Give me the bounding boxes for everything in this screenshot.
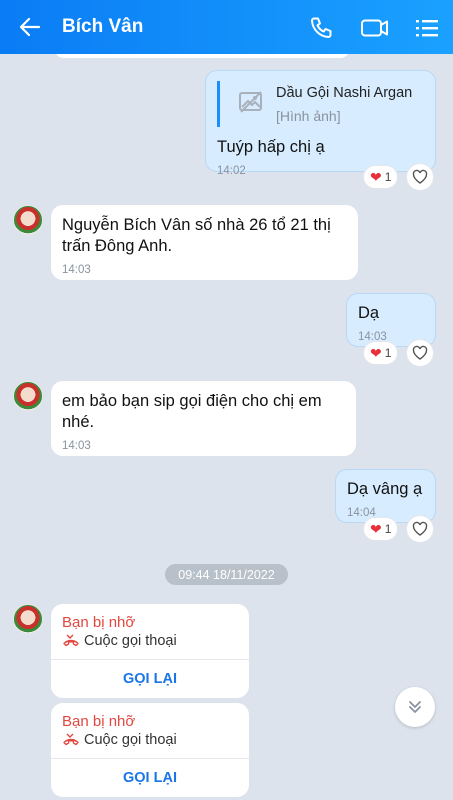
missed-call-subtitle: Cuộc gọi thoại bbox=[84, 633, 177, 649]
back-button[interactable] bbox=[16, 13, 44, 41]
incoming-message[interactable]: Nguyễn Bích Vân số nhà 26 tổ 21 thị trấn… bbox=[51, 205, 358, 280]
video-call-button[interactable] bbox=[360, 14, 390, 42]
message-text: Dạ bbox=[358, 304, 380, 322]
reaction-count: 1 bbox=[384, 170, 392, 184]
contact-name[interactable]: Bích Vân bbox=[62, 16, 143, 38]
menu-button[interactable] bbox=[413, 14, 441, 42]
contact-avatar[interactable] bbox=[13, 381, 43, 411]
quote-title: Dầu Gội Nashi Argan bbox=[276, 85, 413, 101]
heart-outline-icon bbox=[412, 169, 428, 184]
outgoing-message[interactable]: Dạ 14:03 bbox=[346, 293, 436, 347]
missed-call-subtitle: Cuộc gọi thoại bbox=[84, 732, 177, 748]
double-chevron-down-icon bbox=[409, 701, 421, 713]
chat-header: Bích Vân bbox=[0, 0, 453, 54]
video-camera-icon bbox=[361, 19, 388, 37]
message-time: 14:03 bbox=[62, 440, 91, 452]
contact-avatar[interactable] bbox=[13, 205, 43, 235]
react-button[interactable] bbox=[407, 340, 433, 366]
arrow-left-icon bbox=[19, 17, 41, 37]
heart-reaction-icon: ❤ bbox=[370, 168, 382, 185]
heart-reaction-icon: ❤ bbox=[370, 520, 382, 537]
missed-call-card: Bạn bị nhỡ Cuộc gọi thoại GỌI LẠI bbox=[51, 703, 249, 797]
reaction-summary[interactable]: ❤ 1 bbox=[364, 518, 398, 540]
message-list[interactable]: Dầu Gội Nashi Argan [Hình ảnh] Tuýp hấp … bbox=[0, 54, 453, 800]
call-back-button[interactable]: GỌI LẠI bbox=[51, 759, 249, 797]
missed-call-title: Bạn bị nhỡ bbox=[62, 614, 136, 631]
missed-call-icon bbox=[63, 733, 79, 746]
message-text: em bảo bạn sip gọi điện cho chị em nhé. bbox=[62, 392, 322, 431]
react-button[interactable] bbox=[407, 164, 433, 190]
reaction-count: 1 bbox=[384, 346, 392, 360]
voice-call-button[interactable] bbox=[307, 14, 335, 42]
react-button[interactable] bbox=[407, 516, 433, 542]
missed-call-card: Bạn bị nhỡ Cuộc gọi thoại GỌI LẠI bbox=[51, 604, 249, 698]
missed-call-subtitle-row: Cuộc gọi thoại bbox=[62, 732, 177, 748]
quote-subtitle: [Hình ảnh] bbox=[276, 108, 341, 124]
call-back-button[interactable]: GỌI LẠI bbox=[51, 660, 249, 698]
phone-icon bbox=[311, 17, 332, 38]
missed-call-icon bbox=[63, 634, 79, 647]
outgoing-message[interactable]: Dạ vâng ạ 14:04 bbox=[335, 469, 436, 523]
previous-message-bubble bbox=[54, 54, 350, 58]
heart-outline-icon bbox=[412, 345, 428, 360]
message-text: Dạ vâng ạ bbox=[347, 480, 423, 498]
reaction-summary[interactable]: ❤ 1 bbox=[364, 342, 398, 364]
message-text: Nguyễn Bích Vân số nhà 26 tổ 21 thị trấn… bbox=[62, 216, 331, 255]
date-separator: 09:44 18/11/2022 bbox=[165, 564, 288, 585]
contact-avatar[interactable] bbox=[13, 604, 43, 634]
list-menu-icon bbox=[416, 20, 438, 37]
missed-call-subtitle-row: Cuộc gọi thoại bbox=[62, 633, 177, 649]
incoming-message[interactable]: em bảo bạn sip gọi điện cho chị em nhé. … bbox=[51, 381, 356, 456]
reaction-summary[interactable]: ❤ 1 bbox=[364, 166, 398, 188]
scroll-to-bottom-button[interactable] bbox=[395, 687, 435, 727]
outgoing-message[interactable]: Dầu Gội Nashi Argan [Hình ảnh] Tuýp hấp … bbox=[205, 70, 436, 177]
message-text: Tuýp hấp chị ạ bbox=[217, 138, 325, 156]
image-placeholder-icon bbox=[238, 89, 266, 117]
message-time: 14:03 bbox=[62, 264, 91, 276]
missed-call-title: Bạn bị nhỡ bbox=[62, 713, 136, 730]
quoted-message[interactable]: Dầu Gội Nashi Argan [Hình ảnh] bbox=[217, 81, 424, 127]
heart-reaction-icon: ❤ bbox=[370, 344, 382, 361]
heart-outline-icon bbox=[412, 521, 428, 536]
reaction-count: 1 bbox=[384, 522, 392, 536]
